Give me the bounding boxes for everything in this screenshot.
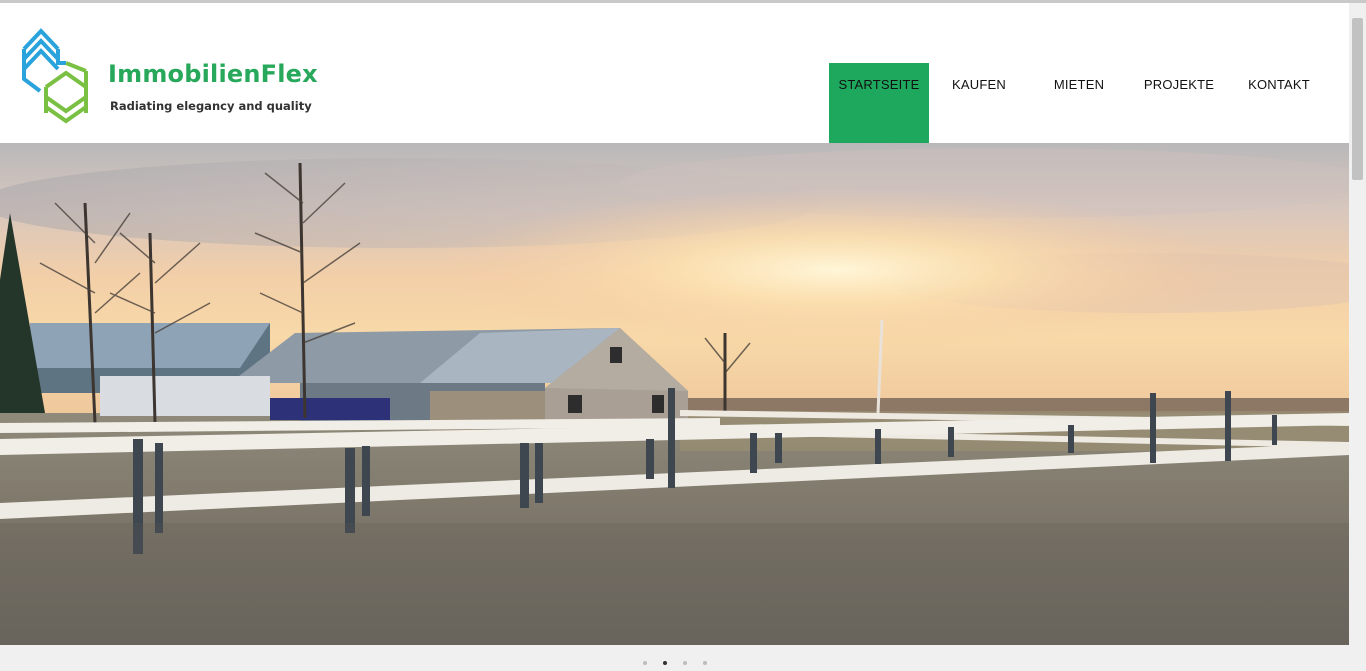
page-scrollbar[interactable] [1349, 3, 1366, 671]
brand-name: ImmobilienFlex [108, 60, 318, 88]
slider-dot-1[interactable] [643, 661, 647, 665]
nav-item-startseite[interactable]: STARTSEITE [829, 63, 929, 143]
main-nav: STARTSEITE KAUFEN MIETEN PROJEKTE KONTAK… [829, 63, 1329, 143]
nav-item-kaufen[interactable]: KAUFEN [929, 63, 1029, 143]
nav-item-mieten[interactable]: MIETEN [1029, 63, 1129, 143]
logo-mark-icon [22, 28, 88, 124]
site-header: ImmobilienFlex Radiating elegancy and qu… [0, 3, 1349, 143]
slider-pagination [0, 661, 1349, 669]
scrollbar-thumb[interactable] [1352, 18, 1363, 180]
nav-item-projekte[interactable]: PROJEKTE [1129, 63, 1229, 143]
nav-item-kontakt[interactable]: KONTAKT [1229, 63, 1329, 143]
hero-slider-image[interactable] [0, 143, 1349, 645]
brand-tagline: Radiating elegancy and quality [110, 99, 312, 113]
slider-dot-2[interactable] [663, 661, 667, 665]
slider-dot-4[interactable] [703, 661, 707, 665]
farm-sunset-scene [0, 143, 1349, 645]
slider-dot-3[interactable] [683, 661, 687, 665]
